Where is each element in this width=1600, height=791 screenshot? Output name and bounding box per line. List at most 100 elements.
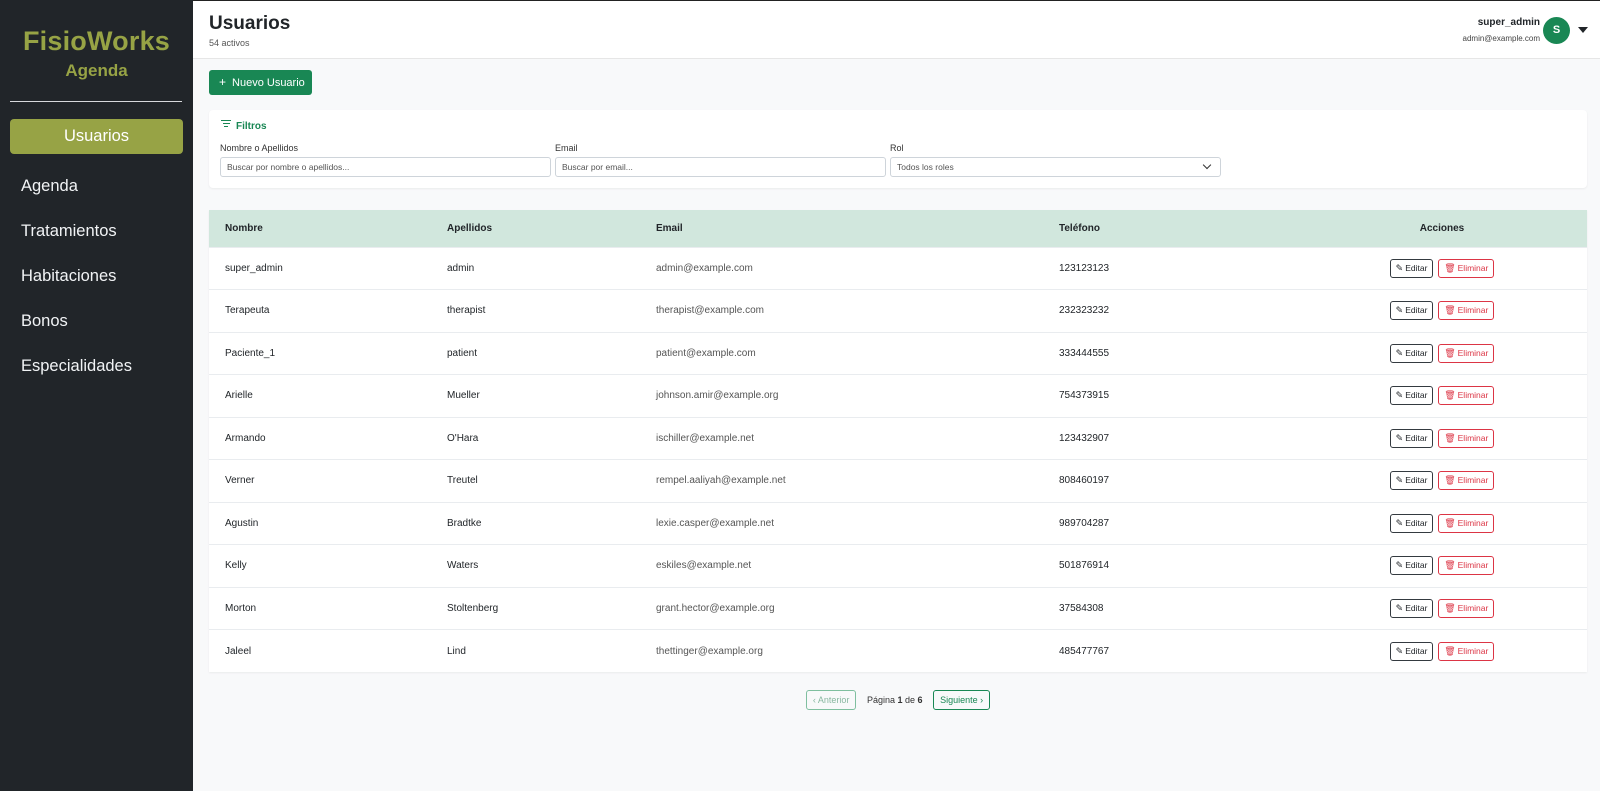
filters-title[interactable]: Filtros (221, 118, 267, 132)
delete-button-label: Eliminar (1457, 305, 1489, 316)
edit-button[interactable]: ✎ Editar (1389, 258, 1434, 278)
pencil-icon: ✎ (1395, 645, 1404, 656)
cell-acciones: ✎ Editar 🗑 Eliminar (1297, 460, 1587, 503)
edit-button[interactable]: ✎ Editar (1389, 598, 1434, 618)
edit-button[interactable]: ✎ Editar (1389, 301, 1434, 321)
column-header-telefono[interactable]: Teléfono (1043, 210, 1297, 247)
cell-nombre: Armando (225, 432, 266, 444)
role-select-value: Todos los roles (897, 162, 954, 172)
edit-button[interactable]: ✎ Editar (1389, 471, 1434, 491)
cell-telefono: 501876914 (1059, 560, 1110, 572)
pencil-icon: ✎ (1395, 560, 1404, 571)
column-header-email[interactable]: Email (640, 210, 1043, 247)
next-page-button[interactable]: Siguiente › (933, 690, 991, 710)
cell-apellidos: Lind (447, 645, 466, 657)
trash-icon: 🗑 (1444, 475, 1456, 486)
sidebar-item-usuarios[interactable]: Usuarios (10, 119, 183, 154)
edit-button-label: Editar (1405, 347, 1428, 358)
cell-telefono: 333444555 (1059, 347, 1110, 359)
page-title: Usuarios (209, 13, 291, 34)
sidebar-nav: Usuarios Agenda Tratamientos Habitacione… (0, 119, 193, 389)
cell-telefono: 989704287 (1059, 517, 1110, 529)
delete-button[interactable]: 🗑 Eliminar (1438, 386, 1495, 406)
cell-apellidos: O'Hara (447, 432, 479, 444)
cell-apellidos: Treutel (447, 475, 478, 487)
table-row: Paciente_1 patient patient@example.com 3334… (209, 332, 1587, 375)
avatar[interactable]: S (1543, 17, 1570, 44)
cell-nombre: Morton (225, 602, 257, 614)
delete-button-label: Eliminar (1457, 475, 1489, 486)
edit-button[interactable]: ✎ Editar (1389, 556, 1434, 576)
name-filter-label: Nombre o Apellidos (220, 143, 299, 153)
delete-button[interactable]: 🗑 Eliminar (1438, 598, 1495, 618)
filters-title-label: Filtros (236, 121, 267, 132)
edit-button[interactable]: ✎ Editar (1389, 513, 1434, 533)
sidebar-item-especialidades[interactable]: Especialidades (0, 344, 193, 389)
brand-name: FisioWorks (22, 26, 171, 56)
cell-nombre: Arielle (225, 390, 253, 402)
pencil-icon: ✎ (1395, 347, 1404, 358)
column-header-apellidos[interactable]: Apellidos (431, 210, 640, 247)
cell-nombre: Verner (225, 475, 255, 487)
sidebar: FisioWorks Agenda Usuarios Agenda Tratam… (0, 0, 193, 791)
delete-button[interactable]: 🗑 Eliminar (1438, 343, 1495, 363)
edit-button[interactable]: ✎ Editar (1389, 343, 1434, 363)
cell-acciones: ✎ Editar 🗑 Eliminar (1297, 587, 1587, 630)
next-page-label: Siguiente (940, 695, 978, 705)
edit-button[interactable]: ✎ Editar (1389, 386, 1434, 406)
pencil-icon: ✎ (1395, 432, 1404, 443)
delete-button[interactable]: 🗑 Eliminar (1438, 428, 1495, 448)
edit-button[interactable]: ✎ Editar (1389, 428, 1434, 448)
new-user-button[interactable]: + Nuevo Usuario (209, 70, 312, 95)
cell-nombre: super_admin (225, 262, 283, 274)
brand-divider (10, 101, 182, 102)
pencil-icon: ✎ (1395, 475, 1404, 486)
current-page: 1 (897, 695, 903, 705)
cell-email: ischiller@example.net (656, 432, 754, 444)
cell-apellidos: Bradtke (447, 517, 482, 529)
cell-acciones: ✎ Editar 🗑 Eliminar (1297, 375, 1587, 418)
name-search-input[interactable]: Buscar por nombre o apellidos... (220, 157, 551, 177)
delete-button[interactable]: 🗑 Eliminar (1438, 471, 1495, 491)
delete-button[interactable]: 🗑 Eliminar (1438, 556, 1495, 576)
table-row: Jaleel Lind thettinger@example.org 48547776… (209, 629, 1587, 673)
cell-telefono: 754373915 (1059, 390, 1110, 402)
cell-email: johnson.amir@example.org (656, 390, 779, 402)
user-info[interactable]: super_admin admin@example.com (1463, 17, 1540, 43)
delete-button-label: Eliminar (1457, 645, 1489, 656)
sidebar-item-bonos[interactable]: Bonos (0, 299, 193, 344)
sidebar-item-agenda[interactable]: Agenda (0, 164, 193, 209)
table-row: Terapeuta therapist therapist@example.com 2… (209, 289, 1587, 333)
cell-apellidos: Mueller (447, 390, 480, 402)
cell-apellidos: patient (447, 347, 478, 359)
cell-acciones: ✎ Editar 🗑 Eliminar (1297, 417, 1587, 460)
edit-button-label: Editar (1405, 305, 1428, 316)
sidebar-item-tratamientos[interactable]: Tratamientos (0, 209, 193, 254)
column-header-nombre[interactable]: Nombre (209, 210, 431, 247)
delete-button[interactable]: 🗑 Eliminar (1438, 641, 1495, 661)
delete-button[interactable]: 🗑 Eliminar (1438, 513, 1495, 533)
user-name: super_admin (1477, 17, 1540, 28)
table-row: Arielle Mueller johnson.amir@example.org 75… (209, 374, 1587, 418)
total-pages: 6 (917, 695, 923, 705)
delete-button[interactable]: 🗑 Eliminar (1438, 258, 1495, 278)
email-search-input[interactable]: Buscar por email... (555, 157, 886, 177)
caret-down-icon[interactable] (1578, 27, 1588, 33)
role-select[interactable]: Todos los roles (890, 157, 1221, 177)
delete-button-label: Eliminar (1457, 560, 1489, 571)
cell-email: therapist@example.com (656, 305, 764, 317)
cell-email: patient@example.com (656, 347, 756, 359)
table-row: Armando O'Hara ischiller@example.net 123432… (209, 417, 1587, 460)
cell-acciones: ✎ Editar 🗑 Eliminar (1297, 332, 1587, 375)
filters-panel: Filtros Nombre o Apellidos Buscar por no… (209, 110, 1587, 188)
previous-page-button[interactable]: ‹ Anterior (805, 690, 857, 710)
cell-apellidos: therapist (447, 305, 486, 317)
edit-button[interactable]: ✎ Editar (1389, 641, 1434, 661)
sidebar-item-habitaciones[interactable]: Habitaciones (0, 254, 193, 299)
cell-nombre: Jaleel (225, 645, 252, 657)
chevron-down-icon (1202, 160, 1212, 170)
delete-button[interactable]: 🗑 Eliminar (1438, 301, 1495, 321)
brand: FisioWorks Agenda (0, 0, 193, 81)
cell-telefono: 232323232 (1059, 305, 1110, 317)
edit-button-label: Editar (1405, 262, 1428, 273)
